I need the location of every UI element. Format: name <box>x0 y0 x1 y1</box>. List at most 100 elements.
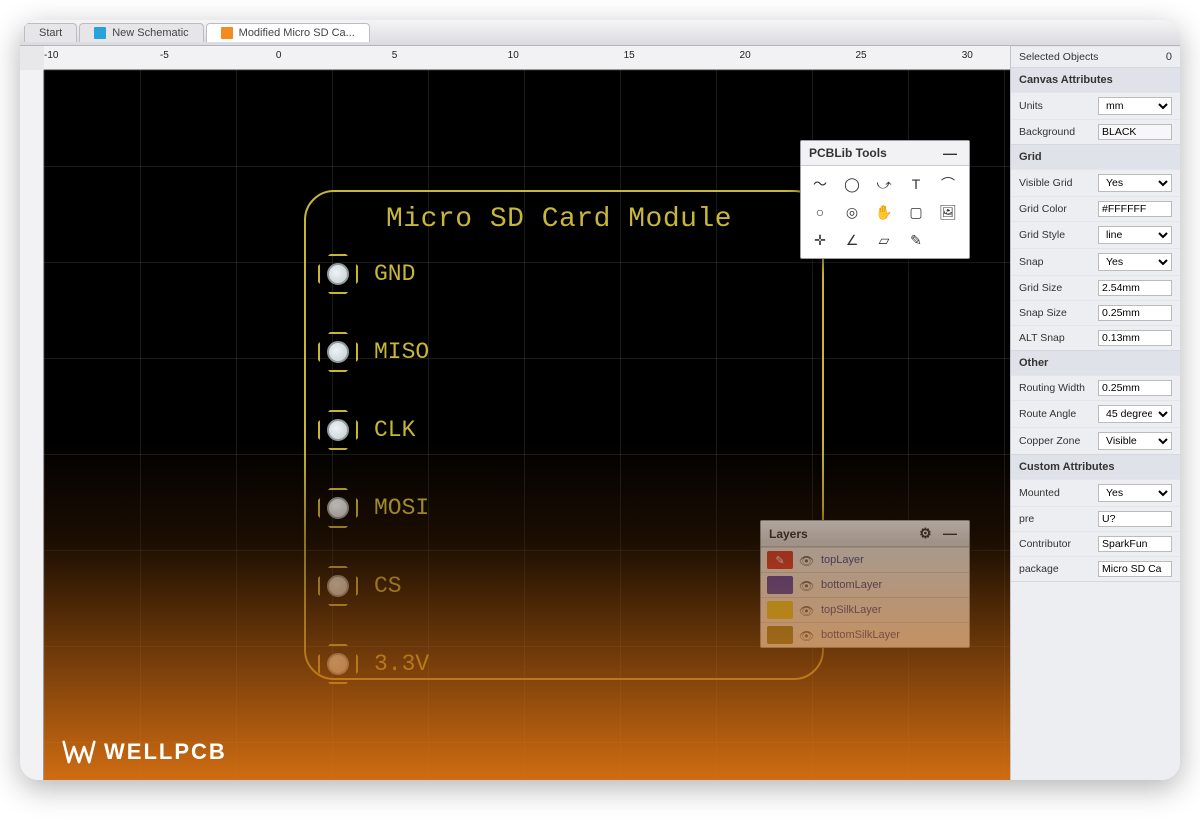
layer-name: bottomSilkLayer <box>821 629 900 641</box>
ring-icon[interactable]: ◎ <box>839 200 865 224</box>
tab-start[interactable]: Start <box>24 23 77 42</box>
module-icon <box>221 27 233 39</box>
eye-icon[interactable]: 👁 <box>799 629 815 641</box>
ruler-horizontal: -10 -5 0 5 10 15 20 25 30 <box>44 46 1010 70</box>
selected-objects-value: 0 <box>1166 51 1172 63</box>
hand-icon[interactable]: ✋ <box>871 200 897 224</box>
alt-snap-input[interactable] <box>1098 330 1172 346</box>
circle-o-icon[interactable]: ◯ <box>839 172 865 196</box>
poly-icon[interactable]: ▱ <box>871 228 897 252</box>
grid-style-select[interactable]: line <box>1098 226 1172 244</box>
layer-color-swatch[interactable] <box>767 601 793 619</box>
grid-color-input[interactable] <box>1098 201 1172 217</box>
routing-width-input[interactable] <box>1098 380 1172 396</box>
arc-icon[interactable]: ⤻ <box>871 172 897 196</box>
snap-size-input[interactable] <box>1098 305 1172 321</box>
document-icon <box>94 27 106 39</box>
layer-row[interactable]: 👁 topSilkLayer <box>761 597 969 622</box>
properties-sidebar: Selected Objects 0 Canvas Attributes Uni… <box>1010 46 1180 780</box>
route-angle-select[interactable]: 45 degree <box>1098 405 1172 423</box>
pre-input[interactable] <box>1098 511 1172 527</box>
minimize-icon[interactable]: — <box>939 525 961 541</box>
trace-icon[interactable]: 〜 <box>807 172 833 196</box>
visible-grid-label: Visible Grid <box>1019 177 1073 189</box>
tab-label: New Schematic <box>112 27 188 39</box>
toolbox-panel[interactable]: PCBLib Tools — 〜 ◯ ⤻ T ⌒ ○ ◎ ✋ ▢ 🖼 <box>800 140 970 259</box>
tab-new-schematic[interactable]: New Schematic <box>79 23 203 42</box>
cross-icon[interactable]: ✛ <box>807 228 833 252</box>
pin-3v3[interactable]: 3.3V <box>318 644 429 684</box>
layer-row[interactable]: 👁 bottomSilkLayer <box>761 622 969 647</box>
units-select[interactable]: mm <box>1098 97 1172 115</box>
layer-color-swatch[interactable] <box>767 576 793 594</box>
visible-grid-select[interactable]: Yes <box>1098 174 1172 192</box>
layer-row[interactable]: 👁 topLayer <box>761 547 969 572</box>
snap-select[interactable]: Yes <box>1098 253 1172 271</box>
contributor-label: Contributor <box>1019 538 1071 550</box>
tab-current[interactable]: Modified Micro SD Ca... <box>206 23 370 42</box>
ruler-tick: 5 <box>392 50 398 61</box>
layer-color-swatch[interactable] <box>767 626 793 644</box>
background-value[interactable] <box>1098 124 1172 140</box>
mounted-label: Mounted <box>1019 487 1060 499</box>
tab-label: Start <box>39 27 62 39</box>
pin-label: 3.3V <box>374 651 429 677</box>
ellipse-icon[interactable]: ○ <box>807 200 833 224</box>
selected-objects-label: Selected Objects <box>1019 51 1098 63</box>
image-icon[interactable]: 🖼 <box>935 200 961 224</box>
curve-icon[interactable]: ⌒ <box>935 172 961 196</box>
eye-icon[interactable]: 👁 <box>799 579 815 591</box>
snap-label: Snap <box>1019 256 1044 268</box>
contributor-input[interactable] <box>1098 536 1172 552</box>
pin-label: CLK <box>374 417 415 443</box>
layer-name: topLayer <box>821 554 864 566</box>
layers-panel[interactable]: Layers ⚙ — 👁topLayer👁bottomLayer👁topSilk… <box>760 520 970 648</box>
eye-icon[interactable]: 👁 <box>799 554 815 566</box>
rect-cross-icon[interactable]: ▢ <box>903 200 929 224</box>
units-label: Units <box>1019 100 1043 112</box>
pin-miso[interactable]: MISO <box>318 332 429 372</box>
board-outline[interactable]: Micro SD Card Module GND MISO CLK MOSI C… <box>304 190 824 680</box>
section-other[interactable]: Other <box>1011 351 1180 375</box>
grid-size-input[interactable] <box>1098 280 1172 296</box>
section-grid[interactable]: Grid <box>1011 145 1180 169</box>
ruler-tick: 20 <box>740 50 751 61</box>
copper-zone-select[interactable]: Visible <box>1098 432 1172 450</box>
layer-name: topSilkLayer <box>821 604 882 616</box>
brand-text: WELLPCB <box>104 739 227 765</box>
pin-cs[interactable]: CS <box>318 566 402 606</box>
eye-icon[interactable]: 👁 <box>799 604 815 616</box>
package-label: package <box>1019 563 1059 575</box>
grid-style-label: Grid Style <box>1019 229 1065 241</box>
ruler-tick: 30 <box>962 50 973 61</box>
pin-mosi[interactable]: MOSI <box>318 488 429 528</box>
brand-logo-icon <box>62 738 96 766</box>
route-angle-label: Route Angle <box>1019 408 1076 420</box>
canvas[interactable]: Micro SD Card Module GND MISO CLK MOSI C… <box>44 70 1010 780</box>
ruler-tick: 10 <box>508 50 519 61</box>
section-canvas-attrs[interactable]: Canvas Attributes <box>1011 68 1180 92</box>
ruler-tick: -10 <box>44 50 58 61</box>
pin-clk[interactable]: CLK <box>318 410 415 450</box>
package-input[interactable] <box>1098 561 1172 577</box>
pin-label: GND <box>374 261 415 287</box>
layer-row[interactable]: 👁bottomLayer <box>761 572 969 597</box>
layers-title: Layers <box>769 527 808 541</box>
ruler-vertical <box>20 70 44 780</box>
toolbox-title: PCBLib Tools <box>809 146 887 160</box>
section-custom[interactable]: Custom Attributes <box>1011 455 1180 479</box>
layer-color-swatch[interactable] <box>767 551 793 569</box>
pen-icon[interactable]: ✎ <box>903 228 929 252</box>
mounted-select[interactable]: Yes <box>1098 484 1172 502</box>
alt-snap-label: ALT Snap <box>1019 332 1065 344</box>
angle-icon[interactable]: ∠ <box>839 228 865 252</box>
pin-gnd[interactable]: GND <box>318 254 415 294</box>
copper-zone-label: Copper Zone <box>1019 435 1080 447</box>
ruler-tick: 25 <box>855 50 866 61</box>
grid-size-label: Grid Size <box>1019 282 1062 294</box>
minimize-icon[interactable]: — <box>939 145 961 161</box>
brand-watermark: WELLPCB <box>62 738 227 766</box>
snap-size-label: Snap Size <box>1019 307 1067 319</box>
text-icon[interactable]: T <box>903 172 929 196</box>
gear-icon[interactable]: ⚙ <box>915 525 936 541</box>
